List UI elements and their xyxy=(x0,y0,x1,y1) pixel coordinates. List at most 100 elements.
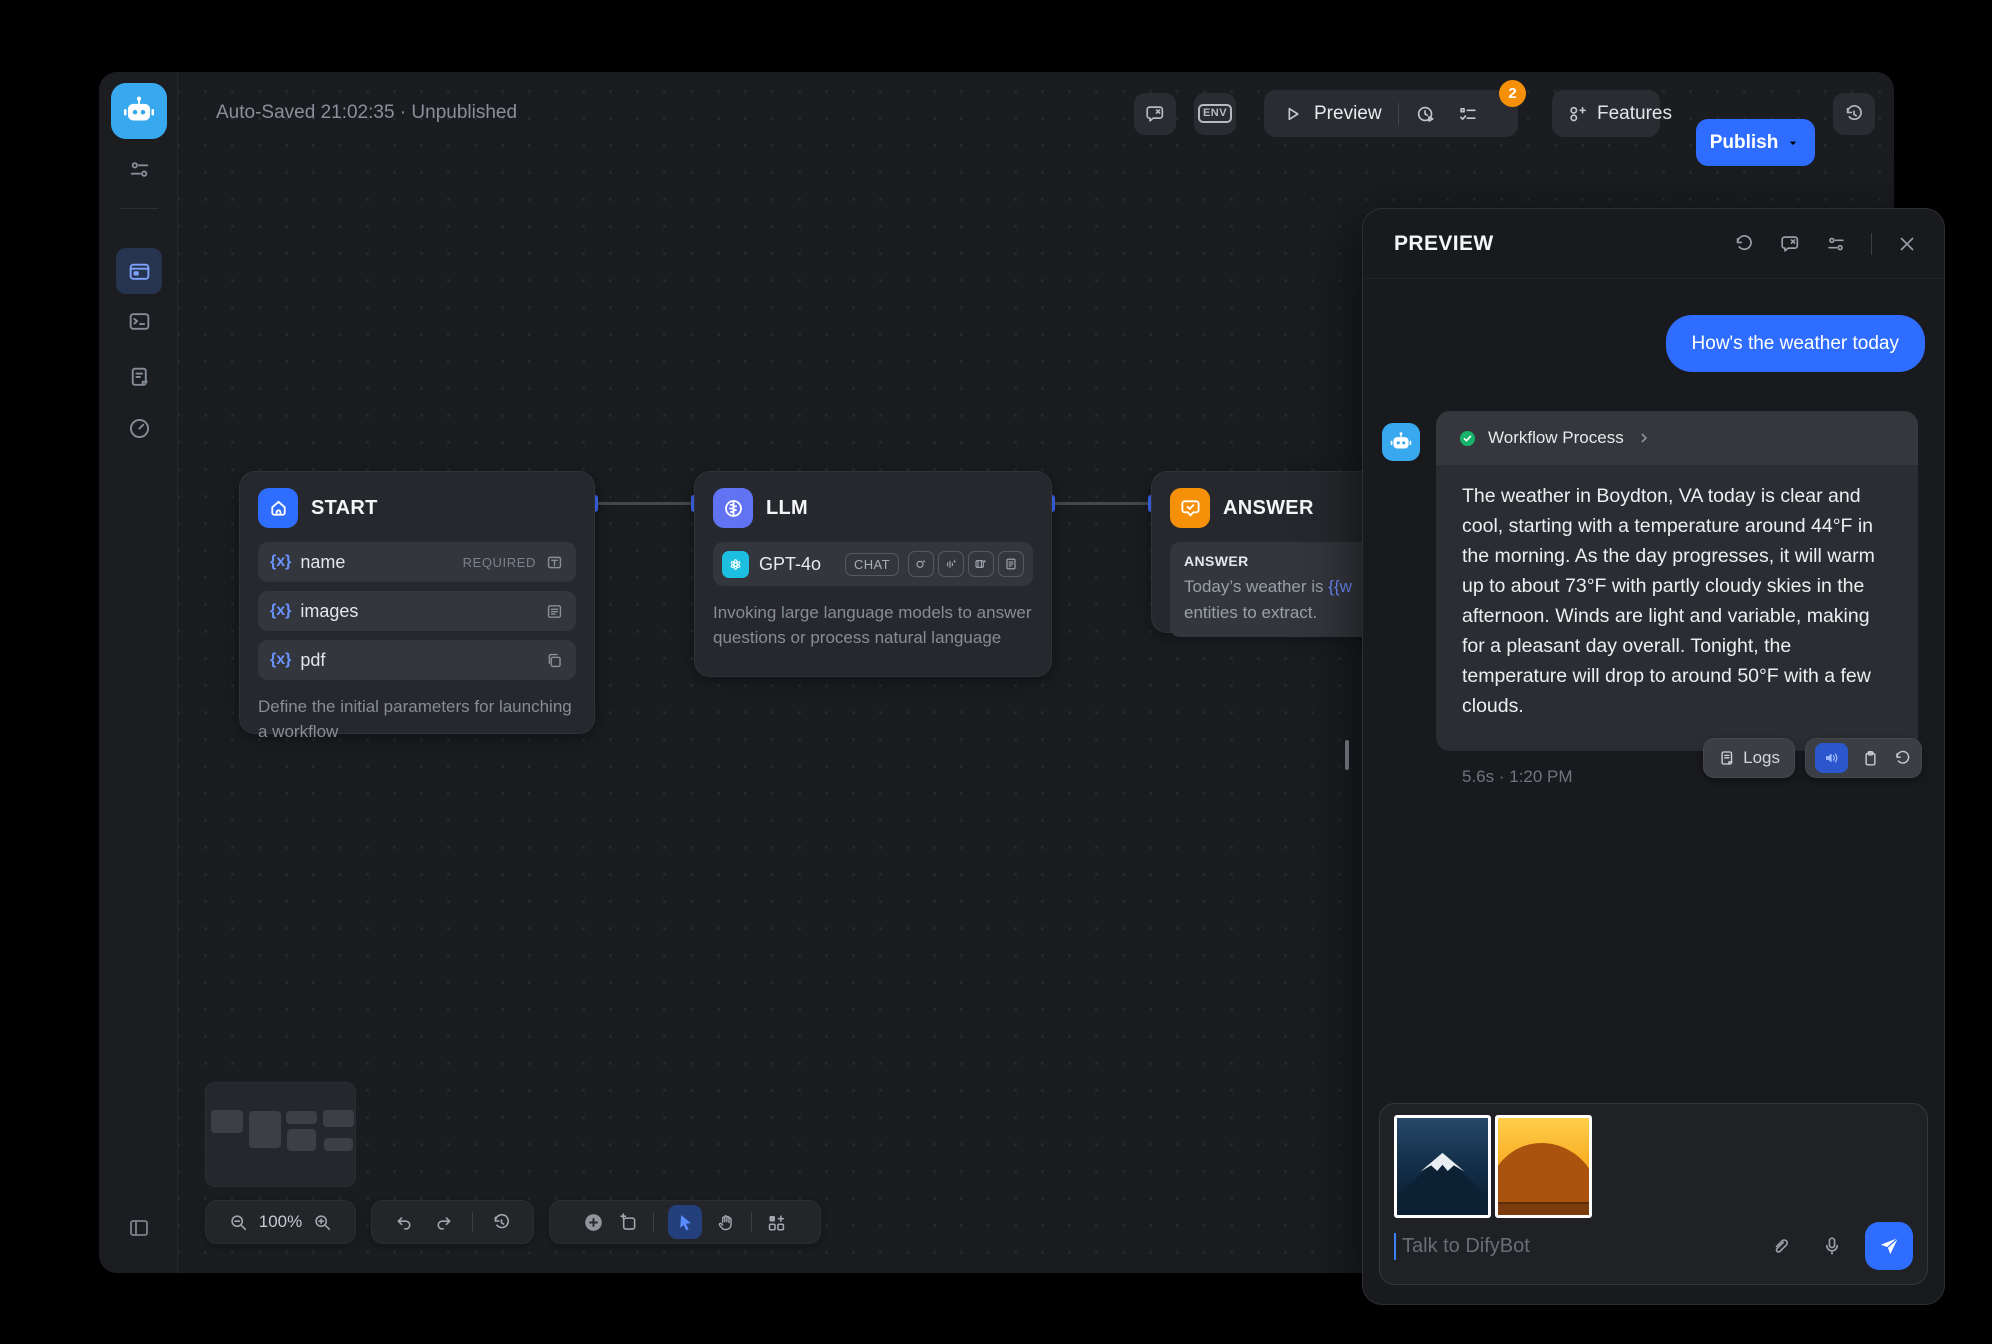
sidebar-item-terminal[interactable] xyxy=(116,298,162,344)
canvas-minimap[interactable] xyxy=(205,1082,356,1187)
checklist-count-badge: 2 xyxy=(1499,80,1526,107)
home-icon xyxy=(258,488,298,528)
minimap-node xyxy=(249,1111,281,1148)
chat-input[interactable] xyxy=(1400,1234,1739,1259)
header-divider xyxy=(1871,233,1872,255)
node-llm[interactable]: LLM GPT-4o CHAT Invoking large language … xyxy=(694,471,1052,677)
field-label: pdf xyxy=(300,650,545,671)
variable-badge: {x} xyxy=(270,651,291,669)
annotation-icon[interactable] xyxy=(1779,233,1801,255)
attach-file-icon[interactable] xyxy=(1769,1235,1791,1257)
sidebar-item-workflow[interactable] xyxy=(116,248,162,294)
workflow-process-label: Workflow Process xyxy=(1488,428,1624,448)
organize-nodes-icon[interactable] xyxy=(766,1212,787,1233)
chat-annotation-icon xyxy=(1144,103,1166,125)
preview-panel-title: PREVIEW xyxy=(1394,232,1709,256)
preview-button[interactable]: Preview xyxy=(1314,103,1382,125)
text-cursor xyxy=(1394,1233,1396,1260)
publish-label: Publish xyxy=(1710,132,1779,154)
microphone-icon[interactable] xyxy=(1821,1235,1843,1257)
toolbar-divider xyxy=(472,1212,473,1232)
change-history-icon[interactable] xyxy=(491,1212,512,1233)
zoom-toolbar: 100% xyxy=(205,1200,356,1244)
restart-conversation-icon[interactable] xyxy=(1733,233,1755,255)
gauge-icon xyxy=(127,416,152,441)
send-button[interactable] xyxy=(1865,1222,1913,1270)
logs-button[interactable]: Logs xyxy=(1703,738,1795,778)
llm-model-selector[interactable]: GPT-4o CHAT xyxy=(713,542,1033,586)
minimap-node xyxy=(287,1129,316,1151)
minimap-node xyxy=(211,1110,243,1133)
terminal-icon xyxy=(127,309,152,334)
run-history-icon[interactable] xyxy=(1415,103,1437,125)
preview-panel-header: PREVIEW xyxy=(1363,209,1944,279)
copy-to-clipboard-icon[interactable] xyxy=(1861,749,1880,768)
bot-message-row: Workflow Process The weather in Boydton,… xyxy=(1382,411,1918,751)
workflow-process-toggle[interactable]: Workflow Process xyxy=(1436,411,1918,465)
hand-tool-icon[interactable] xyxy=(716,1212,737,1233)
vision-capability-icon xyxy=(908,551,934,577)
sidebar-item-monitoring[interactable] xyxy=(116,405,162,451)
start-node-description: Define the initial parameters for launch… xyxy=(258,694,576,744)
toolbar-divider xyxy=(653,1212,654,1232)
robot-icon xyxy=(1388,429,1414,455)
bot-avatar xyxy=(1382,423,1420,461)
regenerate-icon[interactable] xyxy=(1893,749,1912,768)
undo-icon[interactable] xyxy=(394,1212,415,1233)
llm-node-header: LLM xyxy=(713,488,1033,528)
attachment-thumbnail-mountain-sunset[interactable] xyxy=(1495,1115,1592,1218)
zoom-level[interactable]: 100% xyxy=(259,1212,302,1232)
canvas-scroll-indicator[interactable] xyxy=(1345,740,1349,770)
edge-llm-answer xyxy=(1052,502,1151,505)
start-field-name[interactable]: {x} name REQUIRED xyxy=(258,542,576,582)
checklist-icon[interactable] xyxy=(1457,103,1479,125)
annotation-button-wrap xyxy=(1134,90,1176,137)
preview-panel: PREVIEW How's the weather today xyxy=(1362,208,1945,1305)
app-logo-avatar[interactable] xyxy=(111,83,167,139)
minimap-node xyxy=(286,1111,317,1124)
logs-label: Logs xyxy=(1743,748,1780,768)
env-variables-button[interactable]: ENV xyxy=(1194,93,1236,135)
start-field-pdf[interactable]: {x} pdf xyxy=(258,640,576,680)
history-button-wrap xyxy=(1833,90,1875,137)
annotation-button[interactable] xyxy=(1134,93,1176,135)
sidebar-item-orchestrate[interactable] xyxy=(116,146,162,192)
openai-icon xyxy=(722,551,749,578)
video-capability-icon xyxy=(968,551,994,577)
node-start[interactable]: START {x} name REQUIRED {x} images {x} p… xyxy=(239,471,595,734)
message-action-group xyxy=(1805,738,1922,778)
attachment-thumbnail-mountain-night[interactable] xyxy=(1394,1115,1491,1218)
toolbar-divider xyxy=(1398,103,1399,125)
list-type-icon xyxy=(545,602,564,621)
speak-aloud-button[interactable] xyxy=(1815,743,1848,773)
files-type-icon xyxy=(545,651,564,670)
features-button[interactable]: Features xyxy=(1552,90,1660,137)
window-icon xyxy=(127,259,152,284)
variable-badge: {x} xyxy=(270,602,291,620)
minimap-node xyxy=(323,1110,354,1127)
chevron-down-icon xyxy=(1785,135,1801,151)
pointer-tool-button[interactable] xyxy=(668,1205,702,1239)
variable-badge: {x} xyxy=(270,553,291,571)
bot-message-card: Workflow Process The weather in Boydton,… xyxy=(1436,411,1918,751)
add-note-icon[interactable] xyxy=(618,1212,639,1233)
zoom-out-icon[interactable] xyxy=(228,1212,249,1233)
preview-settings-icon[interactable] xyxy=(1825,233,1847,255)
start-field-images[interactable]: {x} images xyxy=(258,591,576,631)
sidebar-divider xyxy=(120,208,158,209)
document-capability-icon xyxy=(998,551,1024,577)
version-history-button[interactable] xyxy=(1833,93,1875,135)
sidebar-item-logs[interactable] xyxy=(116,353,162,399)
collapse-sidebar-button[interactable] xyxy=(127,1216,151,1240)
env-icon: ENV xyxy=(1198,104,1232,123)
zoom-in-icon[interactable] xyxy=(312,1212,333,1233)
redo-icon[interactable] xyxy=(433,1212,454,1233)
chat-mode-tag: CHAT xyxy=(845,553,899,576)
undo-redo-toolbar xyxy=(371,1200,534,1244)
hill-shape xyxy=(1495,1143,1592,1211)
play-icon xyxy=(1282,103,1304,125)
close-icon[interactable] xyxy=(1896,233,1918,255)
features-icon xyxy=(1566,103,1588,125)
add-node-button[interactable] xyxy=(583,1212,604,1233)
publish-button[interactable]: Publish xyxy=(1696,119,1815,166)
